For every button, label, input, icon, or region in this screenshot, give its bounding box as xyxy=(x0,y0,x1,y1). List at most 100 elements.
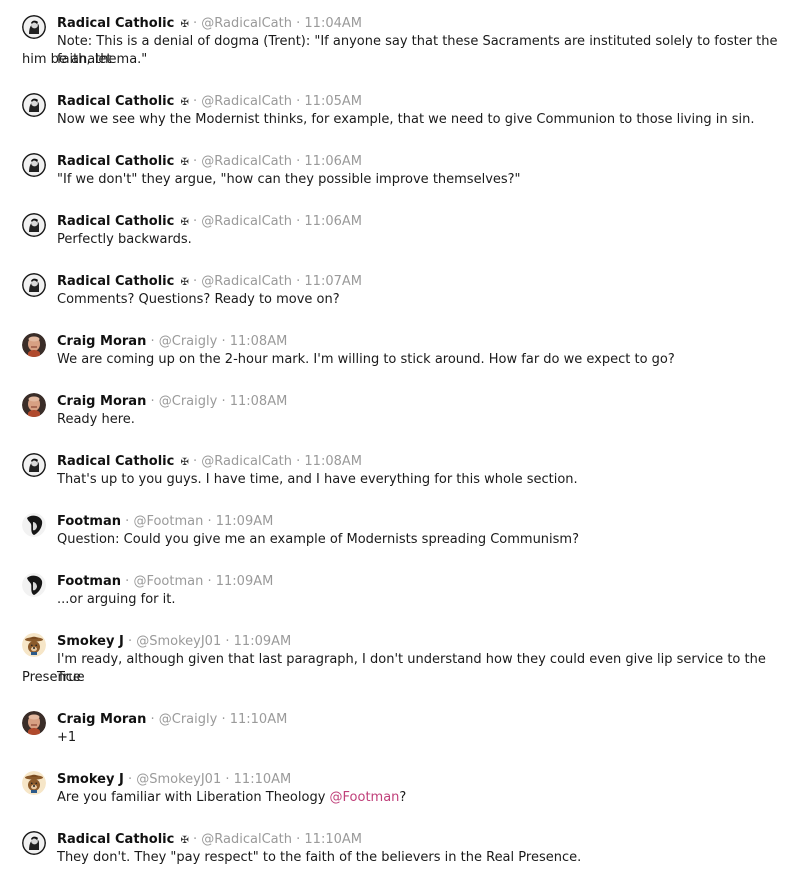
avatar-footman[interactable] xyxy=(22,573,46,597)
message-header: Radical Catholic ✠ · @RadicalCath · 11:0… xyxy=(57,273,362,291)
author-name[interactable]: Smokey J xyxy=(57,634,124,649)
message-text-part: Are you familiar with Liberation Theolog… xyxy=(57,790,330,805)
author-handle[interactable]: @RadicalCath xyxy=(201,94,292,109)
cross-badge-icon: ✠ xyxy=(180,835,189,846)
timestamp: 11:04AM xyxy=(304,16,362,31)
separator: · xyxy=(193,274,198,289)
avatar-radical-catholic[interactable] xyxy=(22,213,46,237)
author-name[interactable]: Radical Catholic xyxy=(57,832,174,847)
cross-badge-icon: ✠ xyxy=(180,217,189,228)
author-handle[interactable]: @SmokeyJ01 xyxy=(136,772,221,787)
separator: · xyxy=(127,634,133,649)
message-text: +1 xyxy=(57,730,77,745)
author-name[interactable]: Footman xyxy=(57,514,121,529)
separator: · xyxy=(207,574,212,589)
avatar-craig-moran[interactable] xyxy=(22,333,46,357)
avatar-craig-moran[interactable] xyxy=(22,711,46,735)
message-text-continued: him be anathema." xyxy=(22,52,148,67)
mention-link[interactable]: @Footman xyxy=(330,790,400,805)
author-handle[interactable]: @RadicalCath xyxy=(201,154,292,169)
message-text: "If we don't" they argue, "how can they … xyxy=(57,172,521,187)
avatar-footman[interactable] xyxy=(22,513,46,537)
message-header: Craig Moran · @Craigly · 11:08AM xyxy=(57,333,287,351)
timestamp: 11:10AM xyxy=(304,832,362,847)
timestamp: 11:09AM xyxy=(233,634,292,649)
message-text: Ready here. xyxy=(57,412,135,427)
author-name[interactable]: Smokey J xyxy=(57,772,124,787)
timestamp: 11:05AM xyxy=(304,94,362,109)
message-header: Smokey J · @SmokeyJ01 · 11:09AM xyxy=(57,633,291,651)
author-handle[interactable]: @Footman xyxy=(133,514,203,529)
timestamp: 11:09AM xyxy=(215,574,274,589)
author-name[interactable]: Radical Catholic xyxy=(57,274,174,289)
message-text: We are coming up on the 2-hour mark. I'm… xyxy=(57,352,675,367)
avatar-radical-catholic[interactable] xyxy=(22,93,46,117)
message-header: Radical Catholic ✠ · @RadicalCath · 11:0… xyxy=(57,93,362,111)
author-handle[interactable]: @Craigly xyxy=(159,394,218,409)
message-header: Footman · @Footman · 11:09AM xyxy=(57,573,273,591)
separator: · xyxy=(296,214,301,229)
separator: · xyxy=(296,832,301,847)
separator: · xyxy=(296,16,301,31)
message-text: Question: Could you give me an example o… xyxy=(57,532,579,547)
timestamp: 11:07AM xyxy=(304,274,362,289)
separator: · xyxy=(221,334,226,349)
separator: · xyxy=(125,574,130,589)
separator: · xyxy=(125,514,130,529)
message-header: Craig Moran · @Craigly · 11:10AM xyxy=(57,711,287,729)
message-text: Now we see why the Modernist thinks, for… xyxy=(57,112,755,127)
author-name[interactable]: Radical Catholic xyxy=(57,154,174,169)
author-handle[interactable]: @RadicalCath xyxy=(201,832,292,847)
message-header: Radical Catholic ✠ · @RadicalCath · 11:1… xyxy=(57,831,362,849)
avatar-radical-catholic[interactable] xyxy=(22,15,46,39)
author-name[interactable]: Radical Catholic xyxy=(57,94,174,109)
avatar-radical-catholic[interactable] xyxy=(22,831,46,855)
separator: · xyxy=(221,712,226,727)
author-handle[interactable]: @SmokeyJ01 xyxy=(136,634,221,649)
timestamp: 11:09AM xyxy=(215,514,274,529)
separator: · xyxy=(193,454,198,469)
cross-badge-icon: ✠ xyxy=(180,19,189,30)
separator: · xyxy=(193,832,198,847)
avatar-radical-catholic[interactable] xyxy=(22,273,46,297)
author-name[interactable]: Craig Moran xyxy=(57,394,146,409)
separator: · xyxy=(221,394,226,409)
separator: · xyxy=(225,634,230,649)
author-handle[interactable]: @Craigly xyxy=(159,334,218,349)
avatar-radical-catholic[interactable] xyxy=(22,153,46,177)
message-text-continued: Presence xyxy=(22,670,81,685)
author-handle[interactable]: @RadicalCath xyxy=(201,454,292,469)
separator: · xyxy=(296,154,301,169)
timestamp: 11:10AM xyxy=(233,772,292,787)
author-handle[interactable]: @RadicalCath xyxy=(201,16,292,31)
separator: · xyxy=(127,772,133,787)
cross-badge-icon: ✠ xyxy=(180,157,189,168)
message-text: Comments? Questions? Ready to move on? xyxy=(57,292,340,307)
author-name[interactable]: Radical Catholic xyxy=(57,454,174,469)
timestamp: 11:08AM xyxy=(229,394,288,409)
cross-badge-icon: ✠ xyxy=(180,457,189,468)
author-handle[interactable]: @RadicalCath xyxy=(201,214,292,229)
author-name[interactable]: Footman xyxy=(57,574,121,589)
author-name[interactable]: Craig Moran xyxy=(57,334,146,349)
separator: · xyxy=(296,274,301,289)
avatar-smokey-j[interactable] xyxy=(22,771,46,795)
author-name[interactable]: Radical Catholic xyxy=(57,214,174,229)
message-text-part: ? xyxy=(399,790,407,805)
author-handle[interactable]: @RadicalCath xyxy=(201,274,292,289)
separator: · xyxy=(193,154,198,169)
message-text: That's up to you guys. I have time, and … xyxy=(57,472,578,487)
message-header: Craig Moran · @Craigly · 11:08AM xyxy=(57,393,287,411)
avatar-radical-catholic[interactable] xyxy=(22,453,46,477)
separator: · xyxy=(296,94,301,109)
author-handle[interactable]: @Footman xyxy=(133,574,203,589)
message-text: Are you familiar with Liberation Theolog… xyxy=(57,789,787,807)
author-handle[interactable]: @Craigly xyxy=(159,712,218,727)
message-header: Radical Catholic ✠ · @RadicalCath · 11:0… xyxy=(57,453,362,471)
author-name[interactable]: Radical Catholic xyxy=(57,16,174,31)
separator: · xyxy=(193,214,198,229)
message-text: They don't. They "pay respect" to the fa… xyxy=(57,850,582,865)
avatar-craig-moran[interactable] xyxy=(22,393,46,417)
author-name[interactable]: Craig Moran xyxy=(57,712,146,727)
avatar-smokey-j[interactable] xyxy=(22,633,46,657)
